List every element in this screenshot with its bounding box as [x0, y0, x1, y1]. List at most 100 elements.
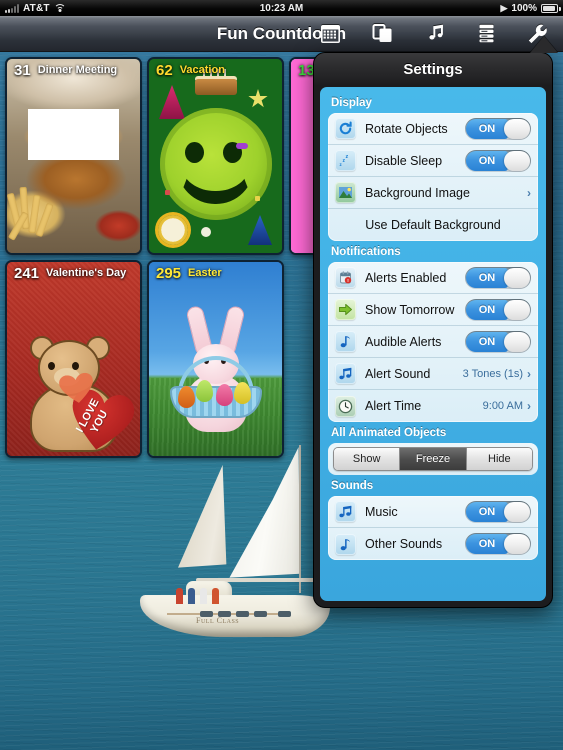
toolbar-buttons: [317, 21, 563, 47]
setting-label: Disable Sleep: [365, 153, 443, 168]
toggle-music[interactable]: ON: [465, 500, 531, 523]
settings-content: Display Rotate Objects ON z z z Disable …: [320, 87, 546, 601]
easter-basket-graphic: [169, 356, 262, 418]
setting-row-disable-sleep[interactable]: z z z Disable Sleep ON: [328, 145, 538, 177]
setting-label: Alert Sound: [365, 366, 431, 381]
toggle-rotate-objects[interactable]: ON: [465, 117, 531, 140]
setting-row-show-tomorrow[interactable]: Show Tomorrow ON: [328, 294, 538, 326]
party-hat-icon: [159, 85, 185, 119]
setting-row-audible-alerts[interactable]: Audible Alerts ON: [328, 326, 538, 358]
chevron-right-icon: ›: [527, 399, 531, 413]
toggle-state-label: ON: [466, 331, 508, 352]
settings-group-display: Rotate Objects ON z z z Disable Sleep ON…: [328, 113, 538, 241]
tile-event-label: Vacation: [179, 64, 225, 76]
toggle-audible-alerts[interactable]: ON: [465, 330, 531, 353]
teddy-bear-graphic: I LOVE YOU: [24, 336, 124, 452]
battery-icon: [541, 3, 561, 13]
setting-row-other-sounds[interactable]: Other Sounds ON: [328, 528, 538, 560]
countdown-tile-valentines-day[interactable]: I LOVE YOU 241 Valentine's Day: [5, 260, 142, 458]
status-bar: AT&T 10:23 AM ▶ 100%: [0, 0, 563, 16]
calendar-icon[interactable]: [317, 21, 343, 47]
note-icon: [335, 331, 356, 352]
cards-icon[interactable]: [369, 21, 395, 47]
toggle-state-label: ON: [466, 267, 508, 288]
toggle-knob: [504, 331, 530, 352]
setting-row-use-default-background[interactable]: Use Default Background: [328, 209, 538, 241]
rotate-icon: [335, 118, 356, 139]
party-hat-icon: [248, 215, 272, 245]
crew-member: [188, 588, 195, 604]
arrow-right-icon: [335, 299, 356, 320]
tile-event-label: Dinner Meeting: [37, 64, 118, 76]
countdown-tile-dinner-meeting[interactable]: 31 Dinner Meeting: [5, 57, 142, 255]
countdown-tile-easter[interactable]: 295 Easter: [147, 260, 284, 458]
setting-row-alerts-enabled[interactable]: ! Alerts Enabled ON: [328, 262, 538, 294]
tile-header: 31 Dinner Meeting: [7, 59, 140, 81]
toggle-state-label: ON: [466, 299, 508, 320]
tile-days-count: 295: [156, 264, 182, 282]
setting-row-rotate-objects[interactable]: Rotate Objects ON: [328, 113, 538, 145]
toggle-state-label: ON: [466, 150, 508, 171]
toggle-knob: [504, 501, 530, 522]
setting-label: Audible Alerts: [365, 334, 442, 349]
countdown-tile-vacation[interactable]: 62 Vacation: [147, 57, 284, 255]
section-title-sounds: Sounds: [331, 480, 374, 492]
setting-label: Other Sounds: [365, 537, 443, 551]
double-note-icon: [335, 363, 356, 384]
setting-row-alert-time[interactable]: Alert Time 9:00 AM ›: [328, 390, 538, 422]
toggle-knob: [504, 267, 530, 288]
tile-days-count: 31: [14, 61, 31, 79]
segmented-control-animated-objects[interactable]: Show Freeze Hide: [333, 447, 533, 471]
setting-row-alert-sound[interactable]: Alert Sound 3 Tones (1s) ›: [328, 358, 538, 390]
toggle-disable-sleep[interactable]: ON: [465, 149, 531, 172]
note-icon: [335, 533, 356, 555]
alerts-icon: !: [335, 267, 356, 288]
toggle-knob: [504, 150, 530, 171]
popover-arrow: [530, 36, 558, 53]
setting-row-background-image[interactable]: Background Image ›: [328, 177, 538, 209]
setting-label: Alerts Enabled: [365, 270, 447, 285]
sun-face-icon: [158, 215, 188, 245]
mast: [299, 445, 301, 593]
tile-days-count: 62: [156, 61, 173, 79]
setting-value: 9:00 AM: [482, 400, 523, 412]
toggle-state-label: ON: [466, 501, 508, 522]
chevron-right-icon: ›: [527, 185, 531, 200]
section-title-notifications: Notifications: [331, 246, 401, 258]
star-icon: [248, 89, 268, 108]
settings-group-notifications: ! Alerts Enabled ON Show Tomorrow ON Aud…: [328, 262, 538, 422]
setting-label: Background Image: [365, 185, 470, 200]
setting-label: Alert Time: [365, 399, 422, 413]
fries-graphic: [7, 185, 63, 247]
setting-value: 3 Tones (1s): [462, 367, 523, 380]
section-title-display: Display: [331, 97, 372, 109]
svg-text:z: z: [346, 154, 349, 160]
segment-show[interactable]: Show: [334, 448, 401, 470]
toggle-other-sounds[interactable]: ON: [465, 533, 531, 555]
app-root: Full Class 31 Dinner Meeting 62 Vacation…: [0, 0, 563, 750]
chevron-right-icon: ›: [527, 366, 531, 381]
segment-hide[interactable]: Hide: [466, 448, 532, 470]
jib-sail: [178, 465, 227, 568]
smiley-face-graphic: [159, 107, 272, 220]
settings-group-animated-objects: Show Freeze Hide: [328, 443, 538, 475]
toggle-alerts-enabled[interactable]: ON: [465, 266, 531, 289]
main-sail: [229, 447, 300, 578]
list-icon[interactable]: [473, 21, 499, 47]
setting-label: Show Tomorrow: [365, 302, 455, 317]
toggle-show-tomorrow[interactable]: ON: [465, 298, 531, 321]
app-toolbar: Fun Countdown: [0, 16, 563, 52]
toggle-knob: [504, 118, 530, 139]
tile-header: 241 Valentine's Day: [7, 262, 140, 284]
status-bar-time: 10:23 AM: [259, 2, 304, 14]
tile-days-count: 241: [14, 264, 40, 282]
background-image-icon: [335, 182, 356, 203]
setting-row-music[interactable]: Music ON: [328, 496, 538, 528]
segment-freeze[interactable]: Freeze: [400, 448, 467, 470]
music-note-icon[interactable]: [421, 21, 447, 47]
crew-member: [212, 588, 219, 604]
setting-label: Rotate Objects: [365, 121, 448, 136]
settings-popover: Settings Display Rotate Objects ON z z z…: [313, 52, 553, 608]
settings-group-sounds: Music ON Other Sounds ON: [328, 496, 538, 560]
crew-member: [200, 588, 207, 604]
